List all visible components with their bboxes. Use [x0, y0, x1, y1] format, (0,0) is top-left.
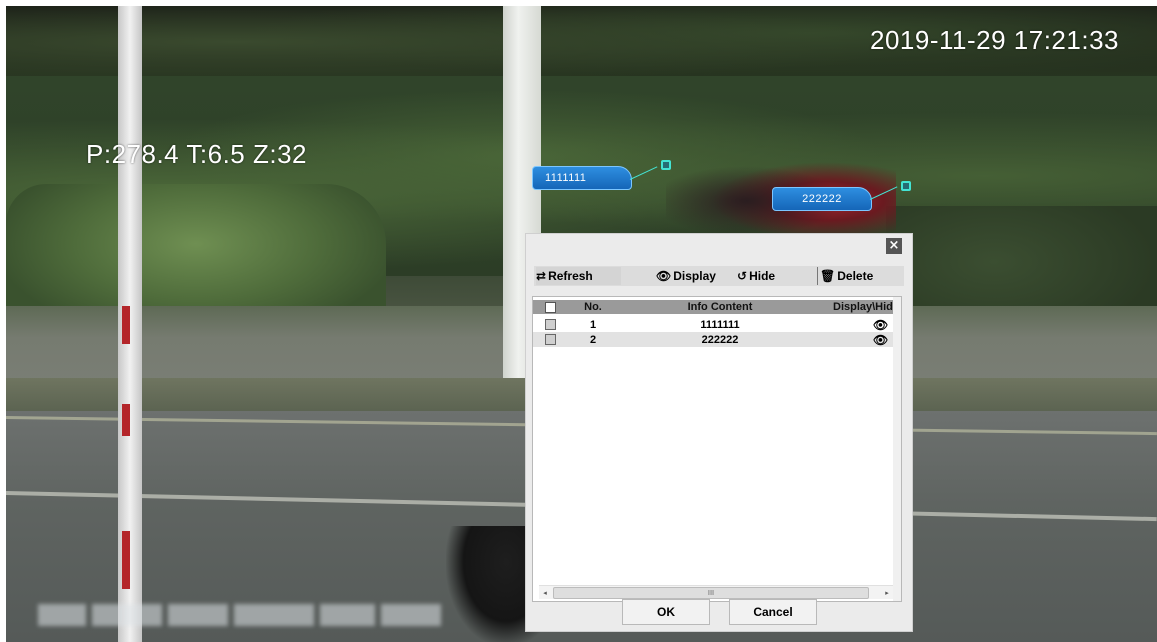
row-info-content: 1111111	[700, 318, 740, 331]
scroll-right-icon[interactable]: ▸	[881, 587, 893, 599]
table-row[interactable]: 2 222222 👁	[533, 332, 901, 347]
table-row[interactable]: 1 1111111 👁	[533, 317, 901, 332]
hide-label: Hide	[749, 269, 776, 283]
info-list[interactable]: No. Info Content Display\Hide 1 1111111 …	[532, 296, 902, 602]
barrier-stripe	[122, 531, 130, 589]
refresh-icon: ⇄	[536, 269, 547, 283]
row-checkbox[interactable]	[545, 334, 556, 345]
info-overlay-dialog: × ⇄ Refresh 👁 Display ↺ Hide 🗑 Delete No…	[525, 233, 913, 632]
barrier-stripe	[122, 404, 130, 436]
select-all-cell	[545, 300, 556, 314]
list-header: No. Info Content Display\Hide	[533, 300, 901, 314]
osd-datetime: 2019-11-29 17:21:33	[870, 25, 1119, 55]
dialog-toolbar: ⇄ Refresh 👁 Display ↺ Hide 🗑 Delete	[534, 266, 904, 286]
scroll-left-icon[interactable]: ◂	[539, 587, 551, 599]
hide-button[interactable]: ↺ Hide	[737, 267, 775, 285]
ok-button[interactable]: OK	[622, 599, 710, 625]
delete-button[interactable]: 🗑 Delete	[817, 267, 873, 285]
trash-icon: 🗑	[820, 269, 836, 283]
eye-icon[interactable]: 👁	[873, 317, 888, 332]
row-number: 1	[589, 318, 597, 331]
row-check-cell	[545, 317, 556, 332]
label-anchor-point[interactable]	[901, 181, 911, 191]
label-anchor-point[interactable]	[661, 160, 671, 170]
row-check-cell	[545, 332, 556, 347]
select-all-checkbox[interactable]	[545, 301, 556, 313]
blurred-caption	[38, 604, 441, 630]
scrollbar-thumb[interactable]: III	[553, 587, 869, 599]
video-info-label[interactable]: 1111111	[532, 166, 632, 190]
barrier-pole	[118, 6, 142, 642]
column-header-info[interactable]: Info Content	[645, 300, 795, 314]
vertical-scrollbar[interactable]	[893, 297, 901, 601]
refresh-label: Refresh	[548, 269, 593, 283]
display-button[interactable]: 👁 Display	[656, 267, 716, 285]
delete-label: Delete	[837, 269, 874, 283]
hide-icon: ↺	[737, 269, 748, 283]
refresh-button[interactable]: ⇄ Refresh	[536, 267, 621, 285]
row-info-content: 222222	[701, 333, 739, 346]
row-checkbox[interactable]	[545, 319, 556, 330]
column-header-display[interactable]: Display\Hide	[833, 300, 901, 314]
display-label: Display	[673, 269, 716, 283]
horizontal-scrollbar[interactable]: ◂ III ▸	[539, 585, 893, 599]
close-icon[interactable]: ×	[886, 238, 902, 254]
eye-icon: 👁	[656, 269, 672, 283]
barrier-stripe	[122, 306, 130, 344]
row-number: 2	[589, 333, 597, 346]
osd-ptz-readout: P:278.4 T:6.5 Z:32	[86, 139, 307, 169]
cancel-button[interactable]: Cancel	[729, 599, 817, 625]
column-header-no[interactable]: No.	[584, 300, 602, 314]
eye-icon[interactable]: 👁	[873, 332, 888, 347]
video-info-label[interactable]: 222222	[772, 187, 872, 211]
